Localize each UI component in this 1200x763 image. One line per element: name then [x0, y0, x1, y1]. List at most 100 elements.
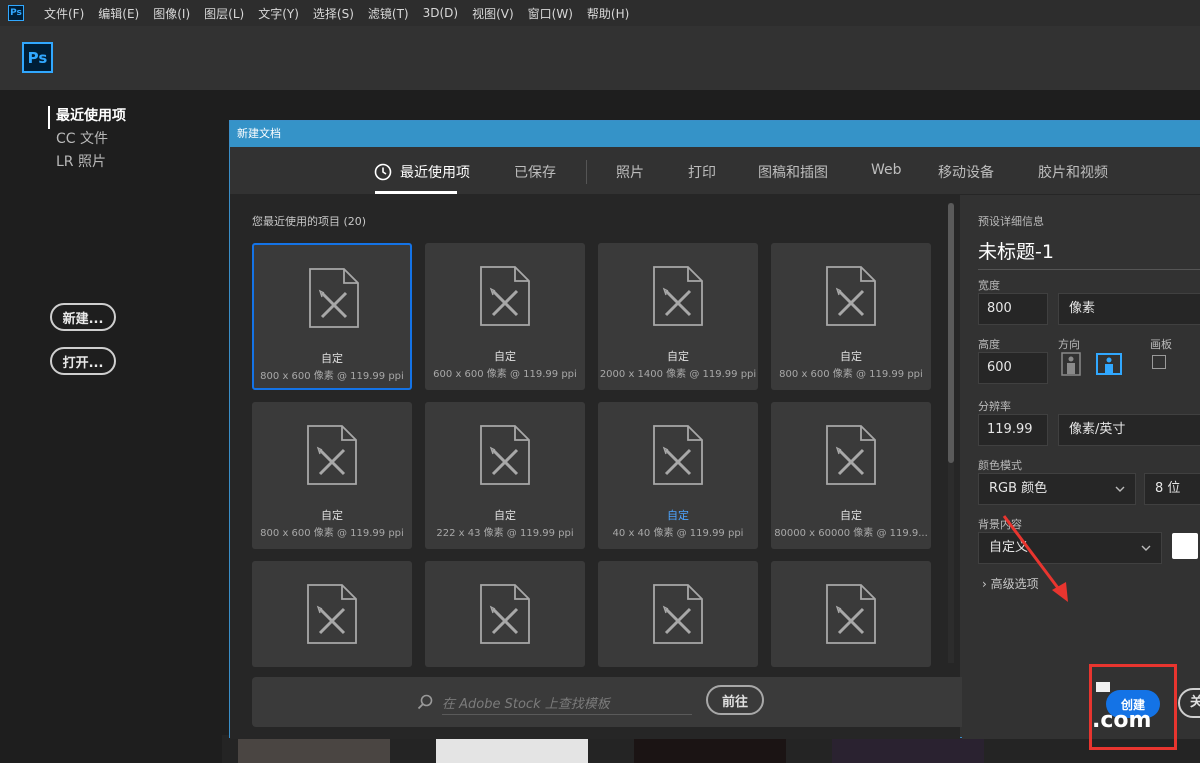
document-icon — [480, 266, 530, 326]
document-name-input[interactable]: 未标题-1 — [978, 237, 1200, 270]
resolution-input[interactable]: 119.99 — [978, 414, 1048, 446]
landscape-orientation-button[interactable] — [1096, 351, 1122, 377]
color-mode-value: RGB 颜色 — [989, 481, 1048, 496]
preset-card[interactable] — [252, 561, 412, 667]
preset-card-size: 800 x 600 像素 @ 119.99 ppi — [260, 371, 404, 382]
height-label: 高度 — [978, 338, 1000, 351]
recent-thumbnail[interactable] — [238, 738, 390, 763]
artboard-checkbox[interactable] — [1152, 355, 1166, 369]
document-icon — [653, 584, 703, 644]
ps-app-icon[interactable]: Ps — [8, 5, 24, 21]
preset-card[interactable]: 自定 40 x 40 像素 @ 119.99 ppi — [598, 402, 758, 549]
resolution-label: 分辨率 — [978, 400, 1011, 413]
tab-web[interactable]: Web — [871, 162, 902, 178]
preset-card[interactable] — [425, 561, 585, 667]
photoshop-window: Ps 文件(F) 编辑(E) 图像(I) 图层(L) 文字(Y) 选择(S) 滤… — [0, 0, 1200, 763]
preset-card-name: 自定 — [840, 509, 862, 522]
preset-card[interactable] — [598, 561, 758, 667]
preset-card-size: 222 x 43 像素 @ 119.99 ppi — [436, 528, 574, 539]
home-nav-lr-photos[interactable]: LR 照片 — [48, 152, 126, 175]
red-arrow-icon — [1002, 515, 1068, 602]
tab-print[interactable]: 打印 — [688, 162, 716, 182]
tab-photo[interactable]: 照片 — [616, 162, 644, 182]
orientation-label: 方向 — [1058, 338, 1080, 351]
menu-view[interactable]: 视图(V) — [472, 5, 514, 22]
menu-layer[interactable]: 图层(L) — [204, 5, 244, 22]
menu-3d[interactable]: 3D(D) — [423, 6, 458, 20]
preset-card[interactable]: 自定 80000 x 60000 像素 @ 119.9... — [771, 402, 931, 549]
tab-saved[interactable]: 已保存 — [514, 162, 556, 182]
menu-edit[interactable]: 编辑(E) — [98, 5, 139, 22]
landscape-icon — [1096, 353, 1122, 375]
chevron-down-icon — [1141, 545, 1151, 551]
tab-mobile[interactable]: 移动设备 — [938, 162, 994, 182]
bit-depth-select[interactable]: 8 位 — [1144, 473, 1200, 505]
preset-card[interactable]: 自定 800 x 600 像素 @ 119.99 ppi — [252, 402, 412, 549]
preset-card-name: 自定 — [840, 350, 862, 363]
preset-scrollbar[interactable] — [948, 203, 954, 663]
background-color-swatch[interactable] — [1172, 533, 1198, 559]
recent-items-label: 您最近使用的项目 (20) — [252, 215, 367, 228]
portrait-icon — [1061, 352, 1081, 376]
document-icon — [480, 425, 530, 485]
menu-window[interactable]: 窗口(W) — [528, 5, 573, 22]
stock-search-input[interactable]: 在 Adobe Stock 上查找模板 — [442, 693, 692, 715]
width-unit-select[interactable]: 像素 — [1058, 293, 1200, 325]
go-button[interactable]: 前往 — [706, 685, 764, 715]
preset-card-name: 自定 — [321, 509, 343, 522]
clock-icon — [374, 163, 392, 181]
preset-card[interactable]: 自定 800 x 600 像素 @ 119.99 ppi — [252, 243, 412, 390]
menu-type[interactable]: 文字(Y) — [258, 5, 299, 22]
color-mode-label: 颜色模式 — [978, 459, 1022, 472]
open-button[interactable]: 打开... — [50, 347, 116, 375]
chevron-down-icon — [1115, 486, 1125, 492]
artboard-label: 画板 — [1150, 338, 1172, 351]
menu-help[interactable]: 帮助(H) — [587, 5, 629, 22]
home-nav-recent[interactable]: 最近使用项 — [48, 106, 126, 129]
preset-card[interactable]: 自定 222 x 43 像素 @ 119.99 ppi — [425, 402, 585, 549]
preset-card-size: 80000 x 60000 像素 @ 119.9... — [774, 528, 928, 539]
document-icon — [826, 584, 876, 644]
recent-thumbnail[interactable] — [436, 738, 588, 763]
portrait-orientation-button[interactable] — [1058, 351, 1084, 377]
preset-card[interactable] — [771, 561, 931, 667]
home-nav: 最近使用项 CC 文件 LR 照片 — [48, 106, 126, 175]
document-icon — [480, 584, 530, 644]
resolution-unit-select[interactable]: 像素/英寸 — [1058, 414, 1200, 446]
preset-card[interactable]: 自定 600 x 600 像素 @ 119.99 ppi — [425, 243, 585, 390]
tab-recent[interactable]: 最近使用项 — [400, 162, 470, 182]
document-icon — [307, 584, 357, 644]
tab-art-illustration[interactable]: 图稿和插图 — [758, 162, 828, 182]
height-input[interactable]: 600 — [978, 352, 1048, 384]
preset-card[interactable]: 自定 800 x 600 像素 @ 119.99 ppi — [771, 243, 931, 390]
search-icon — [417, 694, 433, 710]
width-input[interactable]: 800 — [978, 293, 1048, 325]
document-icon — [653, 266, 703, 326]
close-button[interactable]: 关 — [1178, 688, 1200, 718]
tab-film-video[interactable]: 胶片和视频 — [1038, 162, 1108, 182]
preset-card-size: 800 x 600 像素 @ 119.99 ppi — [779, 369, 923, 380]
preset-card-name: 自定 — [494, 509, 516, 522]
width-label: 宽度 — [978, 279, 1000, 292]
chevron-right-icon: › — [982, 577, 987, 591]
scrollbar-thumb[interactable] — [948, 203, 954, 463]
recent-presets-area: 您最近使用的项目 (20) 自定 800 x 600 像素 @ 119.99 pp… — [230, 195, 980, 739]
menu-image[interactable]: 图像(I) — [153, 5, 190, 22]
color-mode-select[interactable]: RGB 颜色 — [978, 473, 1136, 505]
preset-card[interactable]: 自定 2000 x 1400 像素 @ 119.99 ppi — [598, 243, 758, 390]
recent-thumbnail[interactable] — [832, 738, 984, 763]
preset-details-label: 预设详细信息 — [978, 215, 1044, 228]
recent-items-count: (20) — [343, 215, 367, 228]
document-icon — [307, 425, 357, 485]
active-tab-indicator — [375, 191, 457, 194]
menu-filter[interactable]: 滤镜(T) — [368, 5, 409, 22]
menu-bar: Ps 文件(F) 编辑(E) 图像(I) 图层(L) 文字(Y) 选择(S) 滤… — [0, 0, 1200, 26]
menu-file[interactable]: 文件(F) — [44, 5, 84, 22]
preset-card-name: 自定 — [667, 509, 689, 522]
new-button[interactable]: 新建... — [50, 303, 116, 331]
tab-separator — [586, 160, 587, 184]
home-nav-cc-files[interactable]: CC 文件 — [48, 129, 126, 152]
menu-select[interactable]: 选择(S) — [313, 5, 354, 22]
dialog-title: 新建文档 — [230, 121, 1200, 147]
recent-thumbnail[interactable] — [634, 738, 786, 763]
